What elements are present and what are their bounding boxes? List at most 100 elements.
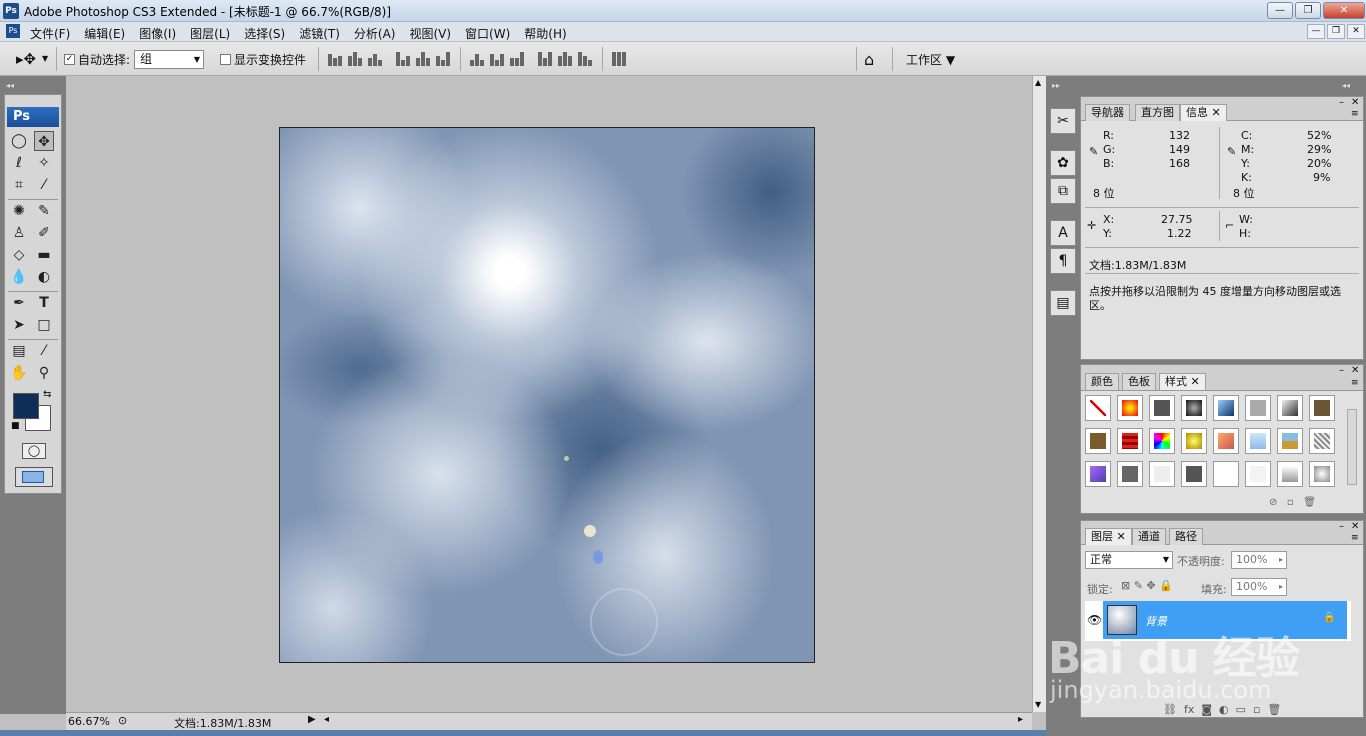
menu-select[interactable]: 选择(S) [244, 25, 285, 42]
minimize-button[interactable]: — [1267, 2, 1293, 19]
eraser-tool-icon[interactable]: ◇ [9, 245, 29, 265]
screen-mode-icon[interactable] [15, 467, 53, 487]
style-swatch[interactable] [1309, 461, 1335, 487]
hand-tool-icon[interactable]: ✋ [9, 363, 29, 383]
quick-mask-icon[interactable]: ◯ [22, 443, 46, 459]
maximize-button[interactable]: ❐ [1295, 2, 1321, 19]
default-colors-icon[interactable]: ■ [11, 421, 20, 431]
style-swatch[interactable] [1245, 395, 1271, 421]
gradient-tool-icon[interactable]: ▬ [34, 245, 54, 265]
styles-close-icon[interactable]: ✕ [1351, 365, 1359, 376]
styles-minimize-icon[interactable]: – [1339, 365, 1344, 376]
document-canvas[interactable] [279, 127, 815, 663]
opacity-input[interactable]: 100% ▸ [1231, 551, 1287, 569]
status-arrow-icon[interactable]: ▶ [308, 714, 316, 725]
distribute-right-icon[interactable] [578, 52, 594, 66]
layer-comps-icon[interactable]: ▤ [1050, 290, 1076, 316]
style-swatch[interactable] [1181, 428, 1207, 454]
layers-menu-icon[interactable]: ≡ [1351, 533, 1359, 543]
menu-layer[interactable]: 图层(L) [190, 25, 230, 42]
distribute-hcenter-icon[interactable] [558, 52, 574, 66]
style-swatch[interactable] [1277, 395, 1303, 421]
auto-align-icon[interactable] [612, 52, 628, 66]
paragraph-icon[interactable]: ¶ [1050, 248, 1076, 274]
menu-window[interactable]: 窗口(W) [465, 25, 510, 42]
menu-help[interactable]: 帮助(H) [524, 25, 566, 42]
style-swatch[interactable] [1117, 428, 1143, 454]
menu-view[interactable]: 视图(V) [409, 25, 451, 42]
style-swatch[interactable] [1085, 395, 1111, 421]
fill-input[interactable]: 100% ▸ [1231, 578, 1287, 596]
doc-minimize-button[interactable]: — [1307, 24, 1325, 39]
auto-select-dropdown[interactable]: 组 [134, 50, 204, 69]
crop-tool-icon[interactable]: ⌗ [9, 175, 29, 195]
tab-close-icon[interactable]: ✕ [1191, 375, 1200, 388]
align-top-icon[interactable] [328, 52, 344, 66]
tab-navigator[interactable]: 导航器 [1085, 104, 1130, 121]
align-right-icon[interactable] [436, 52, 452, 66]
zoom-tool-icon[interactable]: ⚲ [34, 363, 54, 383]
style-swatch[interactable] [1213, 428, 1239, 454]
bridge-icon[interactable]: ⌂ [864, 50, 874, 69]
tab-paths[interactable]: 路径 [1169, 528, 1203, 545]
canvas-vertical-scrollbar[interactable]: ▲ ▼ [1032, 76, 1046, 712]
style-swatch[interactable] [1149, 428, 1175, 454]
style-swatch[interactable] [1181, 461, 1207, 487]
preset-dropdown-icon[interactable]: ▼ [42, 54, 48, 63]
align-left-icon[interactable] [396, 52, 412, 66]
blur-tool-icon[interactable]: 💧 [9, 267, 29, 287]
zoom-level[interactable]: 66.67% [68, 715, 110, 728]
styles-footer-icons[interactable]: ⊘ ▫ 🗑 [1269, 497, 1316, 508]
panels-collapse-icon[interactable]: ◂◂ [1342, 81, 1350, 90]
shape-tool-icon[interactable]: □ [34, 315, 54, 335]
distribute-top-icon[interactable] [470, 52, 486, 66]
move-tool-preset-icon[interactable]: ▸✥ [16, 50, 36, 68]
clone-stamp-tool-icon[interactable]: ♙ [9, 223, 29, 243]
swap-colors-icon[interactable]: ⇆ [43, 389, 51, 400]
brushes-icon[interactable]: ✿ [1050, 150, 1076, 176]
style-swatch[interactable] [1277, 428, 1303, 454]
style-swatch[interactable] [1149, 461, 1175, 487]
menu-filter[interactable]: 滤镜(T) [299, 25, 340, 42]
layers-minimize-icon[interactable]: – [1339, 521, 1344, 532]
doc-restore-button[interactable]: ❐ [1327, 24, 1345, 39]
menu-file[interactable]: 文件(F) [30, 25, 70, 42]
menu-image[interactable]: 图像(I) [139, 25, 176, 42]
distribute-bottom-icon[interactable] [510, 52, 526, 66]
style-swatch[interactable] [1245, 461, 1271, 487]
style-swatch[interactable] [1149, 395, 1175, 421]
doc-close-button[interactable]: ✕ [1347, 24, 1365, 39]
history-brush-tool-icon[interactable]: ✐ [34, 223, 54, 243]
style-swatch[interactable] [1309, 395, 1335, 421]
status-menu-icon[interactable]: ⊙ [118, 714, 127, 727]
align-hcenter-icon[interactable] [416, 52, 432, 66]
collapse-toolbox-icon[interactable]: ◂◂ [6, 81, 14, 90]
tab-layers[interactable]: 图层 ✕ [1085, 528, 1132, 545]
brush-tool-icon[interactable]: ✎ [34, 201, 54, 221]
distribute-vcenter-icon[interactable] [490, 52, 506, 66]
menu-edit[interactable]: 编辑(E) [84, 25, 125, 42]
style-swatch[interactable] [1245, 428, 1271, 454]
lock-icons[interactable]: ⊠ ✎ ✥ 🔒 [1121, 579, 1173, 592]
style-swatch[interactable] [1117, 461, 1143, 487]
styles-menu-icon[interactable]: ≡ [1351, 378, 1359, 388]
workspace-button[interactable]: 工作区 ▼ [906, 51, 955, 68]
show-transform-checkbox[interactable] [220, 54, 231, 65]
tab-histogram[interactable]: 直方图 [1135, 104, 1180, 121]
tab-styles[interactable]: 样式 ✕ [1159, 373, 1206, 390]
menu-analysis[interactable]: 分析(A) [354, 25, 396, 42]
style-swatch[interactable] [1117, 395, 1143, 421]
tab-info[interactable]: 信息 ✕ [1180, 104, 1227, 121]
layers-footer-icons[interactable]: ⛓ fx ◙ ◐ ▭ ▫ 🗑 [1163, 703, 1281, 716]
auto-select-checkbox[interactable]: ✓ [64, 54, 75, 65]
distribute-left-icon[interactable] [538, 52, 554, 66]
tab-close-icon[interactable]: ✕ [1212, 106, 1221, 119]
scroll-down-arrow[interactable]: ▼ [1035, 700, 1041, 709]
panel-menu-icon[interactable]: ≡ [1351, 109, 1359, 119]
align-bottom-icon[interactable] [368, 52, 384, 66]
panel-minimize-icon[interactable]: – [1339, 97, 1344, 108]
hscroll-left-arrow[interactable]: ◂ [324, 714, 329, 725]
marquee-tool-icon[interactable]: ◯ [9, 131, 29, 151]
lasso-tool-icon[interactable]: ℓ [9, 153, 29, 173]
style-swatch[interactable] [1277, 461, 1303, 487]
